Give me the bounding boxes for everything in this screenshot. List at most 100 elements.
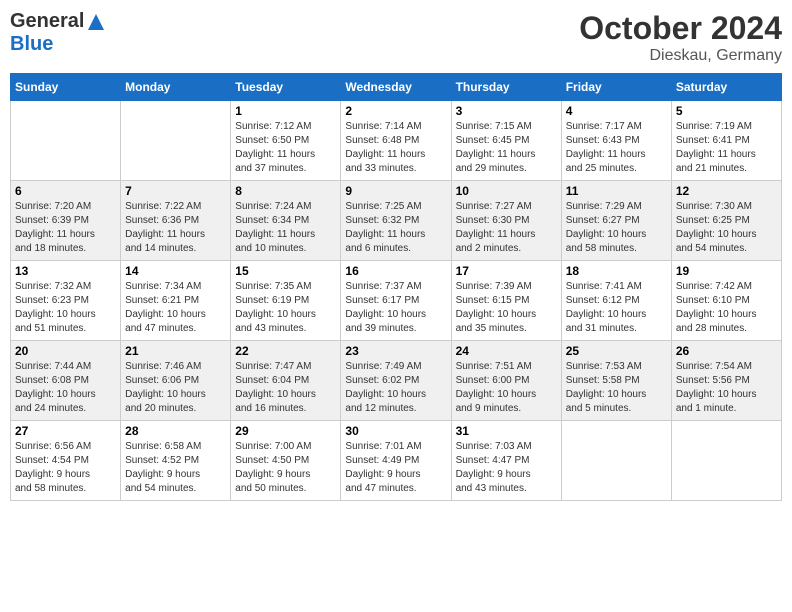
logo: General Blue: [10, 10, 106, 56]
day-number: 30: [345, 424, 446, 438]
day-number: 29: [235, 424, 336, 438]
day-number: 25: [566, 344, 667, 358]
table-row: 26 Sunrise: 7:54 AM Sunset: 5:56 PM Dayli…: [671, 341, 781, 421]
header-sunday: Sunday: [11, 74, 121, 101]
table-row: 31 Sunrise: 7:03 AM Sunset: 4:47 PM Dayli…: [451, 421, 561, 501]
day-number: 20: [15, 344, 116, 358]
day-number: 27: [15, 424, 116, 438]
day-number: 18: [566, 264, 667, 278]
table-row: [671, 421, 781, 501]
day-number: 14: [125, 264, 226, 278]
table-row: 20Sunrise: 7:44 AM Sunset: 6:08 PM Dayli…: [11, 341, 121, 421]
table-row: 2 Sunrise: 7:14 AM Sunset: 6:48 PM Daylig…: [341, 101, 451, 181]
table-row: 19 Sunrise: 7:42 AM Sunset: 6:10 PM Dayli…: [671, 261, 781, 341]
table-row: [121, 101, 231, 181]
day-number: 2: [345, 104, 446, 118]
day-info: Sunrise: 7:01 AM Sunset: 4:49 PM Dayligh…: [345, 440, 446, 496]
table-row: [11, 101, 121, 181]
day-number: 26: [676, 344, 777, 358]
table-row: 7 Sunrise: 7:22 AM Sunset: 6:36 PM Daylig…: [121, 181, 231, 261]
table-row: 11 Sunrise: 7:29 AM Sunset: 6:27 PM Dayli…: [561, 181, 671, 261]
day-info: Sunrise: 7:46 AM Sunset: 6:06 PM Dayligh…: [125, 360, 226, 416]
day-info: Sunrise: 7:14 AM Sunset: 6:48 PM Dayligh…: [345, 120, 446, 176]
header-wednesday: Wednesday: [341, 74, 451, 101]
table-row: 6 Sunrise: 7:20 AM Sunset: 6:39 PM Daylig…: [11, 181, 121, 261]
day-info: Sunrise: 7:39 AM Sunset: 6:15 PM Dayligh…: [456, 280, 557, 336]
logo-blue-text: Blue: [10, 33, 53, 56]
day-number: 31: [456, 424, 557, 438]
day-info: Sunrise: 7:22 AM Sunset: 6:36 PM Dayligh…: [125, 200, 226, 256]
day-info: Sunrise: 7:32 AM Sunset: 6:23 PM Dayligh…: [15, 280, 116, 336]
day-info: Sunrise: 7:25 AM Sunset: 6:32 PM Dayligh…: [345, 200, 446, 256]
table-row: 25 Sunrise: 7:53 AM Sunset: 5:58 PM Dayli…: [561, 341, 671, 421]
day-info: Sunrise: 7:37 AM Sunset: 6:17 PM Dayligh…: [345, 280, 446, 336]
table-row: 13Sunrise: 7:32 AM Sunset: 6:23 PM Dayli…: [11, 261, 121, 341]
table-row: 4 Sunrise: 7:17 AM Sunset: 6:43 PM Daylig…: [561, 101, 671, 181]
day-info: Sunrise: 7:19 AM Sunset: 6:41 PM Dayligh…: [676, 120, 777, 176]
day-info: Sunrise: 7:49 AM Sunset: 6:02 PM Dayligh…: [345, 360, 446, 416]
calendar-week-row: 1 Sunrise: 7:12 AM Sunset: 6:50 PM Daylig…: [11, 101, 782, 181]
table-row: 16 Sunrise: 7:37 AM Sunset: 6:17 PM Dayli…: [341, 261, 451, 341]
day-number: 21: [125, 344, 226, 358]
table-row: 22 Sunrise: 7:47 AM Sunset: 6:04 PM Dayli…: [231, 341, 341, 421]
table-row: [561, 421, 671, 501]
day-info: Sunrise: 6:58 AM Sunset: 4:52 PM Dayligh…: [125, 440, 226, 496]
day-number: 22: [235, 344, 336, 358]
header-friday: Friday: [561, 74, 671, 101]
table-row: 23Sunrise: 7:49 AM Sunset: 6:02 PM Dayli…: [341, 341, 451, 421]
day-number: 5: [676, 104, 777, 118]
logo-general-text: General: [10, 10, 84, 33]
page-header: General Blue October 2024 Dieskau, Germa…: [10, 10, 782, 65]
day-info: Sunrise: 7:12 AM Sunset: 6:50 PM Dayligh…: [235, 120, 336, 176]
header-monday: Monday: [121, 74, 231, 101]
day-info: Sunrise: 7:41 AM Sunset: 6:12 PM Dayligh…: [566, 280, 667, 336]
day-number: 7: [125, 184, 226, 198]
table-row: 21 Sunrise: 7:46 AM Sunset: 6:06 PM Dayli…: [121, 341, 231, 421]
table-row: 18 Sunrise: 7:41 AM Sunset: 6:12 PM Dayli…: [561, 261, 671, 341]
calendar-table: Sunday Monday Tuesday Wednesday Thursday…: [10, 73, 782, 501]
day-number: 11: [566, 184, 667, 198]
header-thursday: Thursday: [451, 74, 561, 101]
calendar-week-row: 20Sunrise: 7:44 AM Sunset: 6:08 PM Dayli…: [11, 341, 782, 421]
day-info: Sunrise: 7:00 AM Sunset: 4:50 PM Dayligh…: [235, 440, 336, 496]
day-info: Sunrise: 7:30 AM Sunset: 6:25 PM Dayligh…: [676, 200, 777, 256]
day-info: Sunrise: 7:53 AM Sunset: 5:58 PM Dayligh…: [566, 360, 667, 416]
table-row: 8 Sunrise: 7:24 AM Sunset: 6:34 PM Daylig…: [231, 181, 341, 261]
day-info: Sunrise: 7:20 AM Sunset: 6:39 PM Dayligh…: [15, 200, 116, 256]
day-number: 4: [566, 104, 667, 118]
day-info: Sunrise: 7:17 AM Sunset: 6:43 PM Dayligh…: [566, 120, 667, 176]
day-number: 10: [456, 184, 557, 198]
day-number: 15: [235, 264, 336, 278]
table-row: 17Sunrise: 7:39 AM Sunset: 6:15 PM Dayli…: [451, 261, 561, 341]
calendar-header-row: Sunday Monday Tuesday Wednesday Thursday…: [11, 74, 782, 101]
day-number: 8: [235, 184, 336, 198]
table-row: 1 Sunrise: 7:12 AM Sunset: 6:50 PM Daylig…: [231, 101, 341, 181]
day-info: Sunrise: 7:03 AM Sunset: 4:47 PM Dayligh…: [456, 440, 557, 496]
table-row: 30 Sunrise: 7:01 AM Sunset: 4:49 PM Dayli…: [341, 421, 451, 501]
day-number: 16: [345, 264, 446, 278]
day-number: 3: [456, 104, 557, 118]
day-info: Sunrise: 7:24 AM Sunset: 6:34 PM Dayligh…: [235, 200, 336, 256]
day-info: Sunrise: 7:47 AM Sunset: 6:04 PM Dayligh…: [235, 360, 336, 416]
month-title: October 2024: [579, 10, 782, 47]
day-number: 1: [235, 104, 336, 118]
header-tuesday: Tuesday: [231, 74, 341, 101]
day-info: Sunrise: 6:56 AM Sunset: 4:54 PM Dayligh…: [15, 440, 116, 496]
day-info: Sunrise: 7:54 AM Sunset: 5:56 PM Dayligh…: [676, 360, 777, 416]
table-row: 15Sunrise: 7:35 AM Sunset: 6:19 PM Dayli…: [231, 261, 341, 341]
day-number: 6: [15, 184, 116, 198]
table-row: 24Sunrise: 7:51 AM Sunset: 6:00 PM Dayli…: [451, 341, 561, 421]
day-number: 24: [456, 344, 557, 358]
day-number: 19: [676, 264, 777, 278]
day-number: 12: [676, 184, 777, 198]
table-row: 28Sunrise: 6:58 AM Sunset: 4:52 PM Dayli…: [121, 421, 231, 501]
day-number: 9: [345, 184, 446, 198]
calendar-week-row: 6 Sunrise: 7:20 AM Sunset: 6:39 PM Daylig…: [11, 181, 782, 261]
table-row: 5 Sunrise: 7:19 AM Sunset: 6:41 PM Daylig…: [671, 101, 781, 181]
header-saturday: Saturday: [671, 74, 781, 101]
table-row: 3Sunrise: 7:15 AM Sunset: 6:45 PM Daylig…: [451, 101, 561, 181]
table-row: 27 Sunrise: 6:56 AM Sunset: 4:54 PM Dayli…: [11, 421, 121, 501]
day-info: Sunrise: 7:29 AM Sunset: 6:27 PM Dayligh…: [566, 200, 667, 256]
title-area: October 2024 Dieskau, Germany: [579, 10, 782, 65]
day-info: Sunrise: 7:42 AM Sunset: 6:10 PM Dayligh…: [676, 280, 777, 336]
